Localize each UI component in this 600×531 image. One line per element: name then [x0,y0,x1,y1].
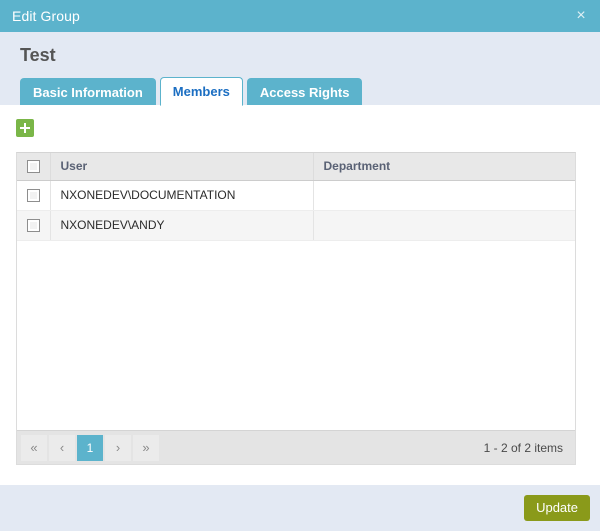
dialog-header: Test Basic Information Members Access Ri… [0,32,600,106]
page-title: Test [20,45,56,65]
tab-basic-information[interactable]: Basic Information [20,78,156,105]
dialog-titlebar: Edit Group × [0,0,600,32]
tab-members[interactable]: Members [159,77,243,106]
pager-last-button[interactable]: » [133,434,159,461]
cell-department [313,180,575,211]
grid-toolbar [0,105,600,152]
close-icon[interactable]: × [572,7,590,25]
update-button[interactable]: Update [524,495,590,521]
column-header-user[interactable]: User [50,153,314,181]
add-member-button[interactable] [16,119,34,137]
table-body: NXONEDEV\DOCUMENTATION NXONEDEV\ANDY [17,180,575,241]
pager-prev-button[interactable]: ‹ [49,434,75,461]
grid-empty-space [17,240,575,430]
pager-page-1[interactable]: 1 [77,434,103,461]
dialog-footer: Update [0,484,600,531]
table-header-row: User Department [17,153,575,181]
tab-content-members: User Department NXONEDEV\DOCUMENTATION N… [0,105,600,484]
members-grid: User Department NXONEDEV\DOCUMENTATION N… [16,152,576,465]
pager-first-button[interactable]: « [21,434,47,461]
pager-buttons: « ‹ 1 › » [21,434,159,461]
select-all-checkbox[interactable] [26,160,40,174]
row-checkbox[interactable] [26,189,40,203]
edit-group-dialog: Edit Group × Test Basic Information Memb… [0,0,600,531]
table-head: User Department [17,153,575,181]
grid-pager: « ‹ 1 › » 1 - 2 of 2 items [17,430,575,464]
pager-next-button[interactable]: › [105,434,131,461]
tab-access-rights[interactable]: Access Rights [246,78,363,105]
column-header-department[interactable]: Department [313,153,575,181]
pager-item-count: 1 - 2 of 2 items [483,440,563,455]
tabstrip: Basic Information Members Access Rights [0,76,600,106]
dialog-title: Edit Group [12,8,80,24]
row-select-cell [17,210,51,241]
cell-user: NXONEDEV\ANDY [50,210,314,241]
select-all-header [17,153,51,181]
cell-department [313,210,575,241]
members-table: User Department NXONEDEV\DOCUMENTATION N… [17,153,575,241]
table-row[interactable]: NXONEDEV\ANDY [17,210,575,241]
row-checkbox[interactable] [26,219,40,233]
cell-user: NXONEDEV\DOCUMENTATION [50,180,314,211]
table-row[interactable]: NXONEDEV\DOCUMENTATION [17,180,575,211]
row-select-cell [17,180,51,211]
